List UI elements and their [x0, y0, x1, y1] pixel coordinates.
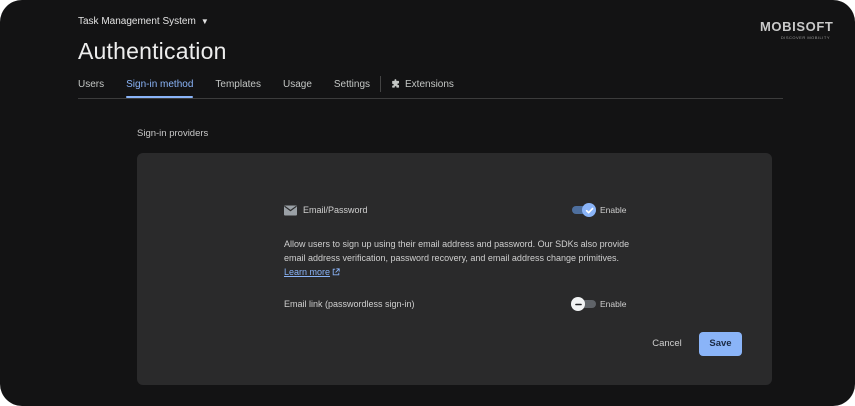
external-link-icon: [332, 268, 340, 276]
description-text: Allow users to sign up using their email…: [284, 239, 630, 263]
enable-toggle-email-password[interactable]: Enable: [572, 202, 626, 218]
save-button[interactable]: Save: [699, 332, 742, 356]
tab-sign-in-method[interactable]: Sign-in method: [126, 74, 194, 98]
tab-settings[interactable]: Settings: [334, 74, 370, 93]
tab-extensions-label: Extensions: [405, 79, 454, 90]
cancel-button[interactable]: Cancel: [644, 332, 690, 356]
provider-name: Email link (passwordless sign-in): [284, 299, 415, 309]
toggle-label: Enable: [600, 205, 627, 215]
toggle-knob: [582, 203, 596, 217]
tab-divider: [380, 76, 382, 92]
puzzle-piece-icon: [392, 79, 400, 88]
tab-extensions[interactable]: Extensions: [391, 74, 454, 93]
toggle-label: Enable: [600, 299, 627, 309]
tab-users[interactable]: Users: [78, 74, 104, 93]
tab-templates[interactable]: Templates: [215, 74, 261, 93]
checkmark-icon: [585, 207, 593, 213]
app-window: Task Management System ▼ Authentication …: [0, 0, 855, 406]
section-heading: Sign-in providers: [137, 128, 209, 139]
caret-down-icon: ▼: [200, 16, 209, 26]
page-title: Authentication: [78, 38, 227, 64]
learn-more-link[interactable]: Learn more: [284, 267, 330, 277]
provider-description: Allow users to sign up using their email…: [284, 237, 634, 279]
logo-wordmark: MOBISOFT: [760, 19, 834, 34]
tab-bar: Users Sign-in method Templates Usage Set…: [78, 74, 783, 99]
brand-logo: MOBISOFT DISCOVER MOBILITY: [760, 19, 834, 44]
minus-icon: [574, 303, 582, 305]
toggle-switch[interactable]: [571, 296, 596, 312]
provider-name: Email/Password: [303, 205, 368, 215]
toggle-knob: [571, 297, 585, 311]
tab-usage[interactable]: Usage: [283, 74, 312, 93]
toggle-switch[interactable]: [572, 202, 596, 218]
project-selector[interactable]: Task Management System ▼: [78, 14, 209, 28]
logo-tagline: DISCOVER MOBILITY: [780, 35, 830, 40]
mail-icon: [284, 205, 297, 215]
providers-card: Email/Password Enable Allow users to sig…: [137, 153, 772, 385]
enable-toggle-email-link[interactable]: Enable: [571, 296, 627, 312]
project-name: Task Management System: [78, 15, 196, 27]
